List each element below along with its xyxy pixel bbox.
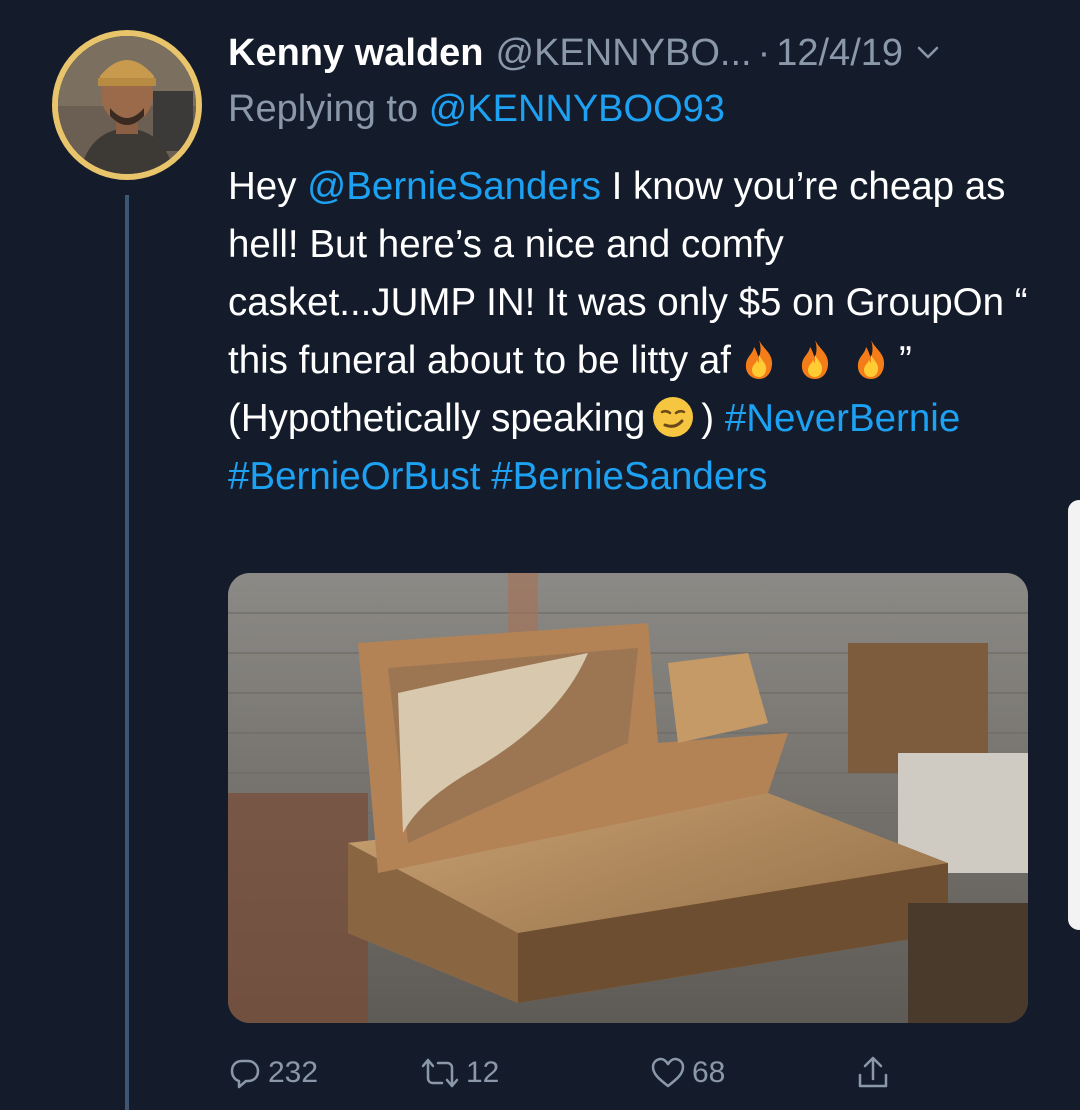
- display-name[interactable]: Kenny walden: [228, 32, 484, 75]
- text-part: Hey: [228, 165, 308, 208]
- header-separator: ·: [757, 31, 771, 74]
- reply-count: 232: [268, 1056, 319, 1089]
- replying-to: Replying to @KENNYBOO93: [228, 88, 725, 131]
- hashtag-link[interactable]: #BernieSanders: [491, 455, 767, 498]
- avatar[interactable]: [52, 30, 202, 180]
- scrollbar-thumb[interactable]: [1068, 500, 1080, 930]
- thread-line: [125, 195, 129, 1110]
- retweet-count: 12: [466, 1056, 500, 1089]
- tweet-text: Hey @BernieSanders I know you’re cheap a…: [228, 158, 1028, 506]
- smirking-face-emoji: [651, 395, 695, 439]
- text-part: ): [701, 397, 725, 440]
- reply-icon: [230, 1059, 260, 1089]
- tweet-photo[interactable]: [228, 573, 1028, 1023]
- fire-emoji: [737, 337, 781, 381]
- chevron-down-icon[interactable]: [917, 46, 939, 60]
- retweet-icon: [421, 1058, 459, 1088]
- mention-link[interactable]: @BernieSanders: [307, 165, 601, 208]
- like-count: 68: [692, 1056, 726, 1089]
- hashtag-link[interactable]: #BernieOrBust: [228, 455, 481, 498]
- share-button[interactable]: [856, 1048, 896, 1098]
- replying-handle-link[interactable]: @KENNYBOO93: [429, 88, 725, 130]
- tweet-date[interactable]: 12/4/19: [776, 32, 903, 75]
- like-button[interactable]: 68: [650, 1048, 725, 1098]
- replying-prefix: Replying to: [228, 88, 419, 130]
- reply-button[interactable]: 232: [228, 1048, 318, 1098]
- tweet-header: Kenny walden @KENNYBO... · 12/4/19: [228, 30, 939, 76]
- hashtag-link[interactable]: #NeverBernie: [725, 397, 960, 440]
- retweet-button[interactable]: 12: [420, 1048, 499, 1098]
- share-icon: [858, 1056, 888, 1088]
- fire-emoji: [793, 337, 837, 381]
- fire-emoji: [849, 337, 893, 381]
- user-handle[interactable]: @KENNYBO...: [496, 32, 752, 75]
- casket-photo: [228, 573, 1028, 1023]
- avatar-photo: [58, 36, 196, 174]
- tweet-card: Kenny walden @KENNYBO... · 12/4/19 Reply…: [0, 0, 1080, 1110]
- tweet-action-bar: 232 12 68: [228, 1048, 988, 1098]
- heart-icon: [651, 1057, 685, 1088]
